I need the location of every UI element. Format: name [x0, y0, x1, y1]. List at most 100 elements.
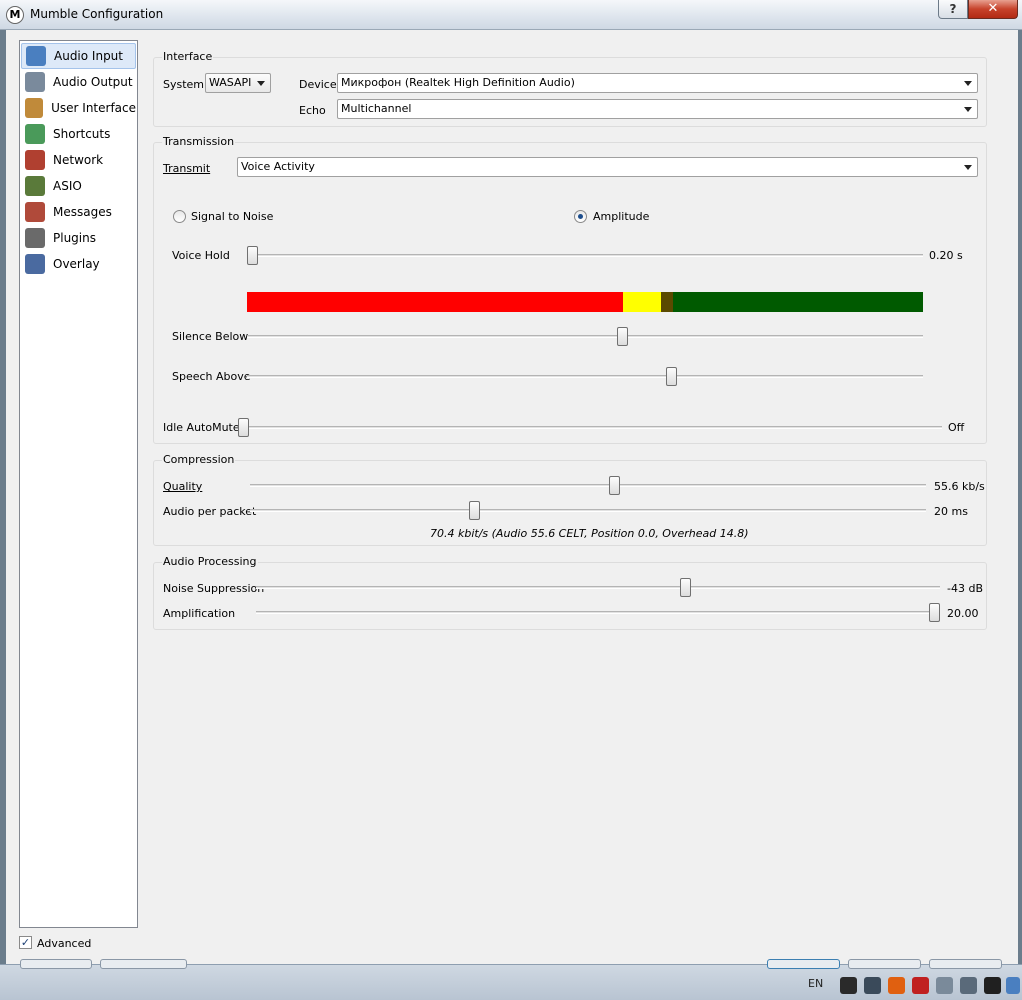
- compression-group: Compression Quality 55.6 kb/s Audio per …: [153, 453, 987, 546]
- title-bar: M Mumble Configuration ? ✕: [0, 0, 1022, 30]
- idle-automute-track: [238, 426, 942, 429]
- sidebar-item-audio-input[interactable]: Audio Input: [21, 43, 136, 69]
- eset-tray-icon[interactable]: [840, 977, 857, 994]
- speaker-icon: [25, 72, 45, 92]
- audio-processing-group: Audio Processing Noise Suppression -43 d…: [153, 555, 987, 630]
- chevron-down-icon: [257, 81, 265, 86]
- steam-tray-icon[interactable]: [864, 977, 881, 994]
- system-select[interactable]: WASAPI: [205, 73, 271, 93]
- audio-per-packet-label: Audio per packet: [163, 505, 257, 518]
- sidebar-item-label: Plugins: [53, 231, 96, 245]
- advanced-checkbox[interactable]: ✓: [19, 936, 32, 949]
- network-icon: [25, 150, 45, 170]
- meter-segment-dark-yellow: [660, 292, 673, 312]
- sidebar-item-overlay[interactable]: Overlay: [21, 251, 136, 277]
- signal-to-noise-radio[interactable]: [173, 210, 186, 223]
- transmit-label: Transmit: [163, 162, 211, 175]
- voice-hold-label: Voice Hold: [172, 249, 230, 262]
- amplification-track: [256, 611, 940, 614]
- quality-label: Quality: [163, 480, 203, 493]
- echo-select[interactable]: Multichannel: [337, 99, 978, 119]
- idle-automute-value: Off: [948, 421, 965, 434]
- amplitude-label: Amplitude: [593, 210, 650, 223]
- network-tray-icon[interactable]: [936, 977, 953, 994]
- audio-per-packet-track: [250, 509, 926, 512]
- language-indicator[interactable]: EN: [808, 977, 823, 990]
- overlay-icon: [25, 254, 45, 274]
- idle-automute-label: Idle AutoMute: [163, 421, 240, 434]
- silence-below-label: Silence Below: [172, 330, 249, 343]
- dialog-client-area: Audio Input Audio Output User Interface …: [6, 30, 1018, 996]
- messages-icon: [25, 202, 45, 222]
- echo-select-value: Multichannel: [341, 102, 412, 115]
- sidebar-item-shortcuts[interactable]: Shortcuts: [21, 121, 136, 147]
- speed-tray-icon[interactable]: [984, 977, 1001, 994]
- cancel-button[interactable]: [848, 959, 921, 969]
- help-button[interactable]: ?: [938, 0, 968, 19]
- sidebar-item-label: Audio Output: [53, 75, 133, 89]
- silence-below-slider[interactable]: [616, 327, 628, 346]
- speech-above-slider[interactable]: [665, 367, 677, 386]
- noise-suppression-slider[interactable]: [679, 578, 691, 597]
- voice-hold-value: 0.20 s: [929, 249, 963, 262]
- voice-hold-slider[interactable]: [247, 246, 258, 265]
- microphone-icon: [26, 46, 46, 66]
- window-title: Mumble Configuration: [30, 7, 164, 21]
- noise-suppression-value: -43 dB: [947, 582, 983, 595]
- voice-hold-track: [247, 254, 923, 257]
- amplification-slider[interactable]: [929, 603, 940, 622]
- quality-slider[interactable]: [609, 476, 621, 495]
- reset-button[interactable]: [20, 959, 92, 969]
- amplification-value: 20.00: [947, 607, 979, 620]
- category-list[interactable]: Audio Input Audio Output User Interface …: [19, 40, 138, 928]
- volume-tray-icon[interactable]: [960, 977, 977, 994]
- sidebar-item-label: Messages: [53, 205, 112, 219]
- sidebar-item-label: Audio Input: [54, 49, 123, 63]
- sidebar-item-label: ASIO: [53, 179, 82, 193]
- chevron-down-icon: [964, 81, 972, 86]
- app-tray-icon[interactable]: [888, 977, 905, 994]
- transmit-select[interactable]: Voice Activity: [237, 157, 978, 177]
- meter-segment-yellow: [622, 292, 661, 312]
- quality-value: 55.6 kb/s: [934, 480, 985, 493]
- audio-level-meter: [247, 292, 923, 312]
- noise-suppression-label: Noise Suppression: [163, 582, 265, 595]
- group-title: Audio Processing: [162, 555, 258, 568]
- ok-button[interactable]: [767, 959, 840, 969]
- echo-label: Echo: [299, 104, 326, 117]
- close-button[interactable]: ✕: [968, 0, 1018, 19]
- sidebar-item-label: Network: [53, 153, 104, 167]
- sidebar-item-audio-output[interactable]: Audio Output: [21, 69, 136, 95]
- apply-button[interactable]: [929, 959, 1002, 969]
- shortcuts-icon: [25, 124, 45, 144]
- antivirus-tray-icon[interactable]: [912, 977, 929, 994]
- bitrate-summary: 70.4 kbit/s (Audio 55.6 CELT, Position 0…: [430, 527, 749, 540]
- quality-track: [250, 484, 926, 487]
- chevron-down-icon: [964, 107, 972, 112]
- silence-below-track: [247, 335, 923, 338]
- sidebar-item-plugins[interactable]: Plugins: [21, 225, 136, 251]
- sidebar-item-asio[interactable]: ASIO: [21, 173, 136, 199]
- plugins-icon: [25, 228, 45, 248]
- sidebar-item-label: Shortcuts: [53, 127, 111, 141]
- amplitude-radio[interactable]: [574, 210, 587, 223]
- device-select[interactable]: Микрофон (Realtek High Definition Audio): [337, 73, 978, 93]
- mumble-logo-icon: M: [6, 6, 24, 24]
- system-select-value: WASAPI: [209, 76, 252, 89]
- sidebar-item-messages[interactable]: Messages: [21, 199, 136, 225]
- asio-icon: [25, 176, 45, 196]
- audio-per-packet-slider[interactable]: [469, 501, 481, 520]
- speech-above-label: Speech Above: [172, 370, 251, 383]
- transmit-select-value: Voice Activity: [241, 160, 315, 173]
- group-title: Transmission: [162, 135, 236, 148]
- speech-above-track: [247, 375, 923, 378]
- restore-defaults-button[interactable]: [100, 959, 187, 969]
- radio-selected-dot: [578, 214, 583, 219]
- advanced-label: Advanced: [37, 937, 92, 950]
- meter-segment-red: [247, 292, 623, 312]
- flag-tray-icon[interactable]: [1006, 977, 1020, 994]
- sidebar-item-user-interface[interactable]: User Interface: [21, 95, 136, 121]
- sidebar-item-network[interactable]: Network: [21, 147, 136, 173]
- idle-automute-slider[interactable]: [238, 418, 249, 437]
- chevron-down-icon: [964, 165, 972, 170]
